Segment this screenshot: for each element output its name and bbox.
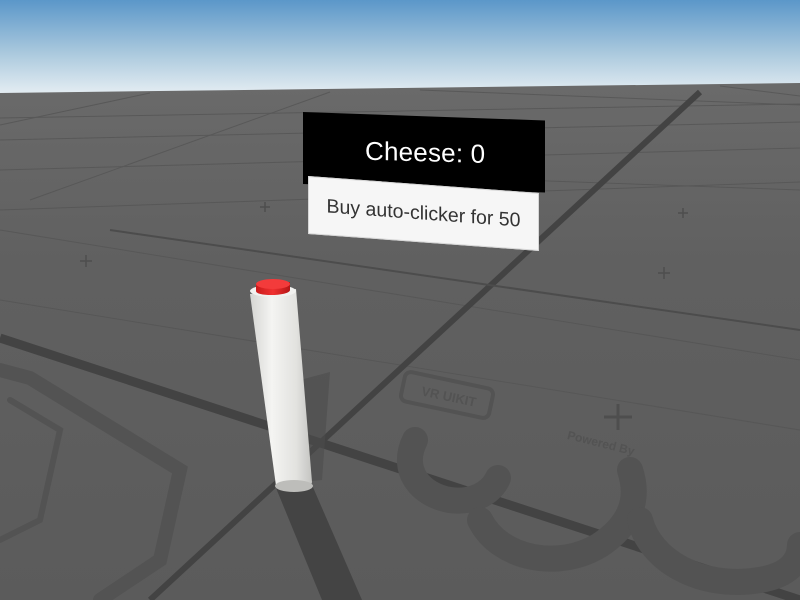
3d-scene: VR UIKIT Powered By [0, 0, 800, 600]
buy-autoclicker-label: Buy auto-clicker for 50 [326, 194, 521, 232]
cheese-click-button[interactable] [256, 279, 290, 296]
cheese-count-label: Cheese: 0 [364, 135, 486, 169]
sky [0, 0, 800, 95]
